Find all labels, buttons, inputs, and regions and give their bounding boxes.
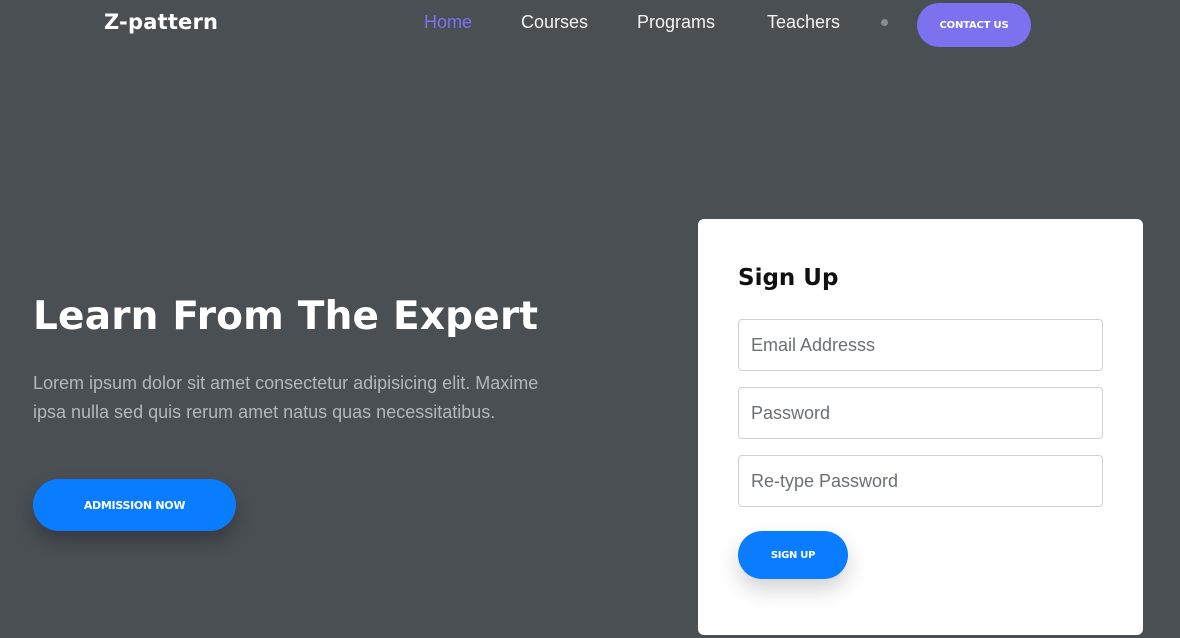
nav-link-teachers[interactable]: Teachers: [767, 12, 840, 33]
retype-password-field[interactable]: [738, 455, 1103, 507]
nav-link-courses[interactable]: Courses: [521, 12, 588, 33]
signup-button[interactable]: Sign Up: [738, 531, 848, 579]
password-field[interactable]: [738, 387, 1103, 439]
signup-title: Sign Up: [738, 265, 839, 291]
nav-link-home[interactable]: Home: [424, 12, 472, 33]
admission-now-button[interactable]: Admission Now: [33, 479, 236, 531]
hero-title: Learn From The Expert: [33, 294, 539, 339]
signup-card: Sign Up Sign Up: [698, 219, 1143, 635]
nav-separator-dot: [881, 19, 888, 26]
contact-us-button[interactable]: Contact Us: [917, 3, 1031, 47]
hero-description: Lorem ipsum dolor sit amet consectetur a…: [33, 373, 539, 422]
email-field[interactable]: [738, 319, 1103, 371]
nav-link-programs[interactable]: Programs: [637, 12, 715, 33]
brand-logo[interactable]: Z-pattern: [104, 10, 218, 34]
